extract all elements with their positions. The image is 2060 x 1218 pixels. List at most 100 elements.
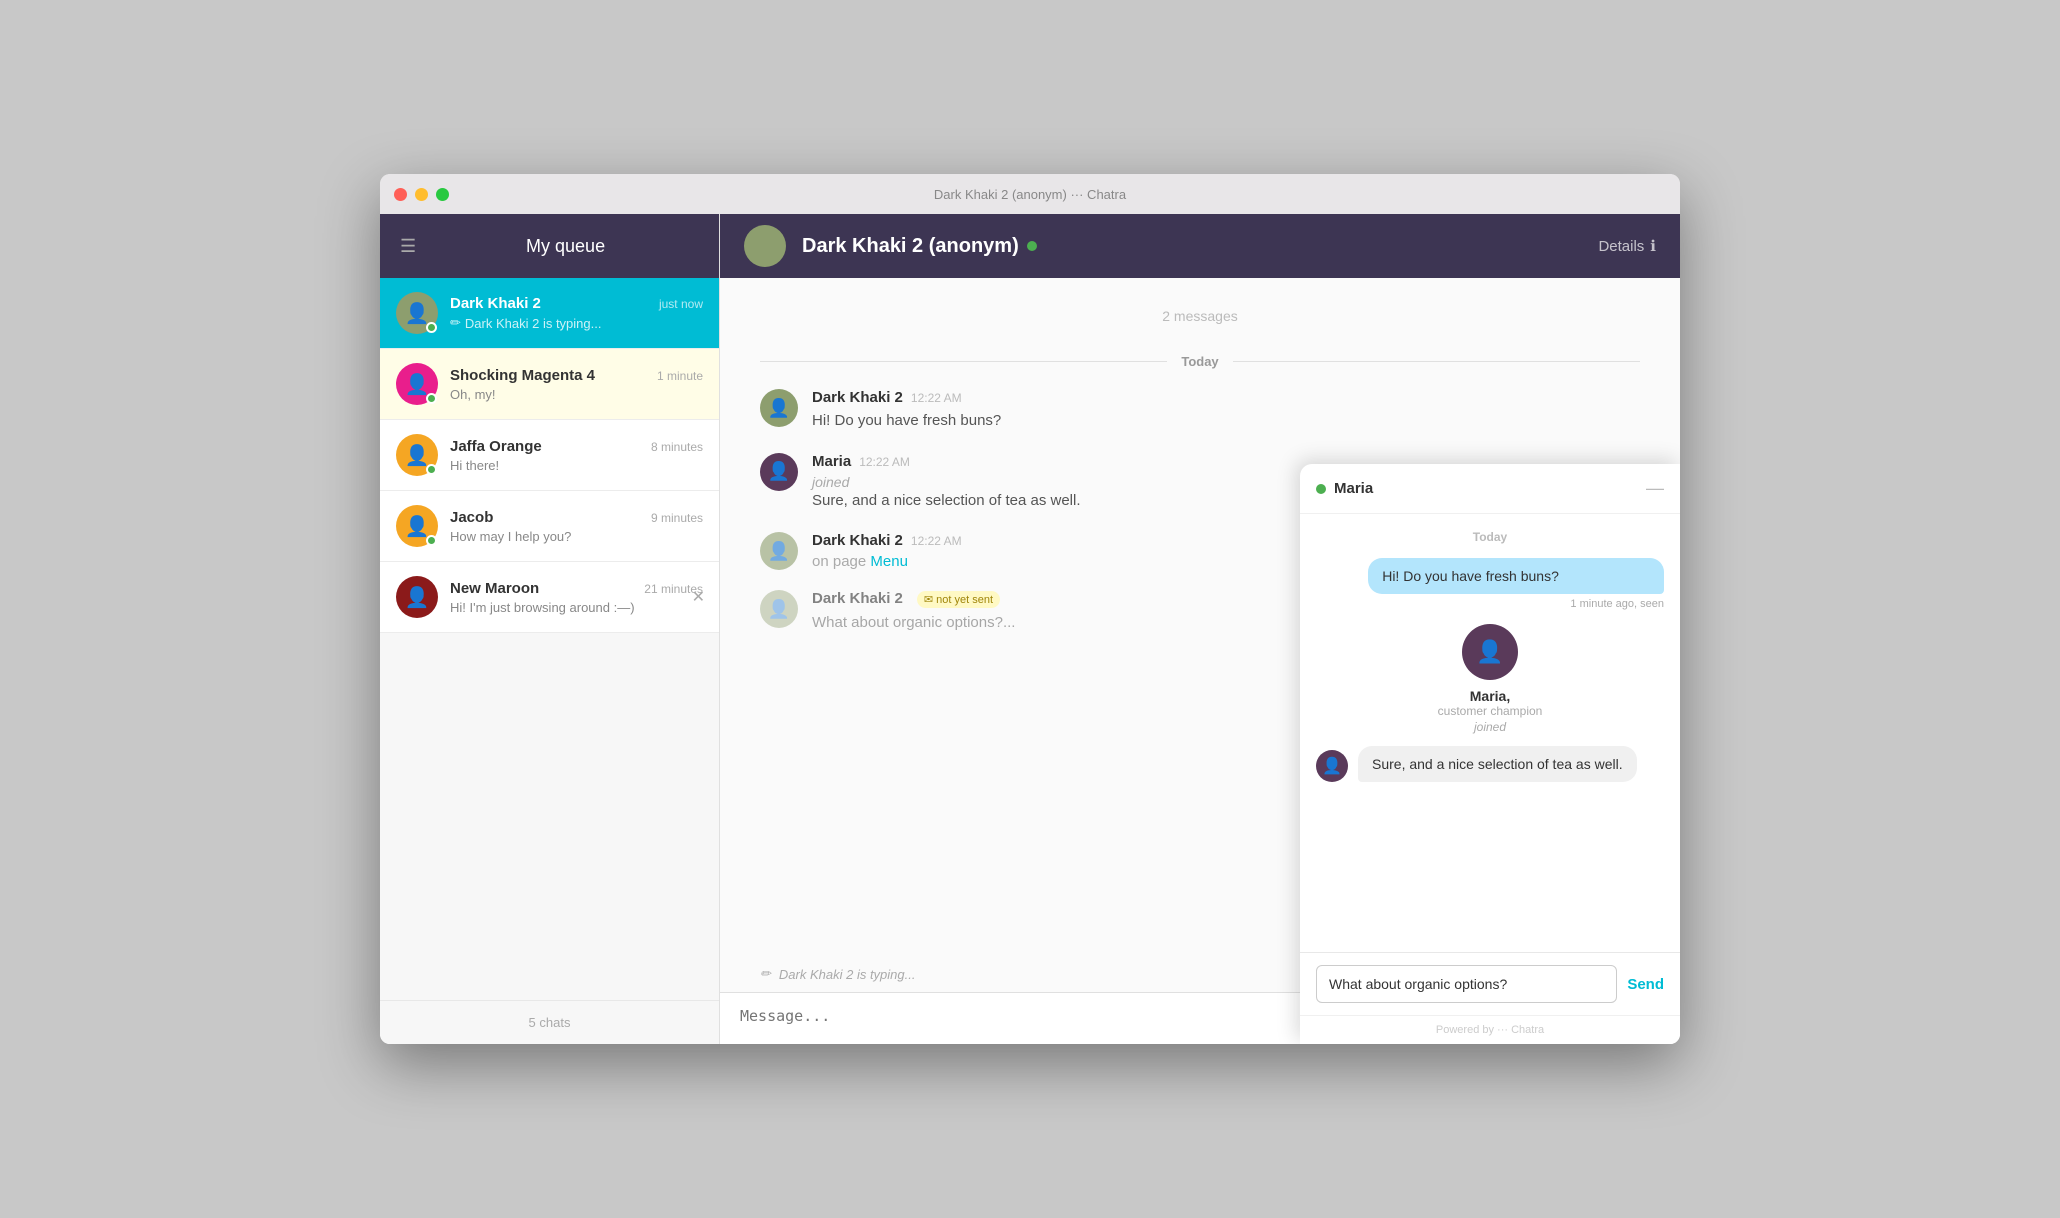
sidebar-header: ☰ My queue [380,214,719,278]
typing-text: Dark Khaki 2 is typing... [465,316,602,331]
window-title: Dark Khaki 2 (anonym) ··· Chatra [934,187,1126,202]
avatar-icon: 👤 [405,585,430,610]
not-sent-badge: ✉ not yet sent [917,591,1000,608]
chat-name: Jacob [450,509,493,526]
message-row-1: 👤 Dark Khaki 2 12:22 AM Hi! Do you have … [760,389,1640,433]
widget-title: Maria [1316,480,1373,497]
chat-name: Shocking Magenta 4 [450,367,595,384]
online-indicator [1027,241,1037,251]
avatar-jaffa-orange: 👤 [396,434,438,476]
window-controls [394,188,449,201]
sidebar-title: My queue [432,236,699,257]
page-link[interactable]: Menu [870,553,908,570]
chat-name-row: New Maroon 21 minutes [450,580,703,597]
main-chat: Dark Khaki 2 (anonym) Details ℹ 2 messag… [720,214,1680,1044]
chat-header-name: Dark Khaki 2 (anonym) [802,235,1598,258]
chat-name-row: Jacob 9 minutes [450,509,703,526]
not-sent-icon: ✉ [924,594,933,606]
widget-title-text: Maria [1334,480,1373,497]
chat-item-dark-khaki-2[interactable]: 👤 Dark Khaki 2 just now ✏ Dark Khaki 2 i… [380,278,719,349]
not-sent-text: not yet sent [936,594,993,606]
widget-agent-joined: joined [1474,720,1506,734]
widget-input[interactable] [1316,965,1617,1003]
msg-avatar-dk3: 👤 [760,590,798,628]
avatar-icon: 👤 [768,599,790,620]
app-window: Dark Khaki 2 (anonym) ··· Chatra ☰ My qu… [380,174,1680,1044]
avatar-icon: 👤 [405,372,430,397]
widget-footer: Powered by ··· Chatra [1300,1015,1680,1044]
chat-item-new-maroon[interactable]: 👤 New Maroon 21 minutes Hi! I'm just bro… [380,562,719,633]
date-divider: Today [760,354,1640,369]
chat-list: 👤 Dark Khaki 2 just now ✏ Dark Khaki 2 i… [380,278,719,1000]
chat-info-jaffa-orange: Jaffa Orange 8 minutes Hi there! [450,438,703,473]
chat-time: 1 minute [657,369,703,383]
status-dot [426,535,437,546]
divider-line-right [1233,361,1640,362]
msg-time: 12:22 AM [911,391,962,405]
widget-send-button[interactable]: Send [1627,976,1664,993]
msg-author: Dark Khaki 2 [812,389,903,406]
chat-item-shocking-magenta[interactable]: 👤 Shocking Magenta 4 1 minute Oh, my! [380,349,719,420]
details-button[interactable]: Details ℹ [1598,237,1656,255]
chat-preview: Oh, my! [450,387,703,402]
widget-messages[interactable]: Today Hi! Do you have fresh buns? 1 minu… [1300,514,1680,952]
chat-name-row: Shocking Magenta 4 1 minute [450,367,703,384]
title-bar: Dark Khaki 2 (anonym) ··· Chatra [380,174,1680,214]
msg-header-1: Dark Khaki 2 12:22 AM [812,389,1640,406]
chat-preview: Hi there! [450,458,703,473]
widget-bubble-in: Sure, and a nice selection of tea as wel… [1358,746,1637,782]
avatar-icon: 👤 [405,301,430,326]
chat-info-shocking-magenta: Shocking Magenta 4 1 minute Oh, my! [450,367,703,402]
avatar-dark-khaki-2: 👤 [396,292,438,334]
msg-text-1: Hi! Do you have fresh buns? [812,410,1640,433]
chat-name-row: Jaffa Orange 8 minutes [450,438,703,455]
msg-time: 12:22 AM [859,455,910,469]
info-icon: ℹ [1650,237,1656,255]
close-button[interactable] [394,188,407,201]
chat-preview: ✏ Dark Khaki 2 is typing... [450,315,703,331]
avatar-icon: 👤 [405,443,430,468]
date-label: Today [1181,354,1218,369]
maximize-button[interactable] [436,188,449,201]
chat-name: New Maroon [450,580,539,597]
chat-time: just now [659,297,703,311]
avatar-icon: 👤 [768,541,790,562]
msg-avatar-maria: 👤 [760,453,798,491]
msg-avatar-dk2: 👤 [760,532,798,570]
chat-item-jacob[interactable]: 👤 Jacob 9 minutes How may I help you? [380,491,719,562]
chat-time: 8 minutes [651,440,703,454]
avatar-new-maroon: 👤 [396,576,438,618]
close-icon[interactable]: ✕ [692,587,705,607]
widget-agent-info: 👤 Maria, customer champion joined [1316,624,1664,734]
widget-header: Maria — [1300,464,1680,514]
chat-info-new-maroon: New Maroon 21 minutes Hi! I'm just brows… [450,580,703,615]
widget-agent-avatar: 👤 [1462,624,1518,680]
avatar-icon: 👤 [768,398,790,419]
widget-incoming-avatar: 👤 [1316,750,1348,782]
page-label: on page [812,553,866,570]
widget-incoming-row: 👤 Sure, and a nice selection of tea as w… [1316,746,1664,782]
header-name-text: Dark Khaki 2 (anonym) [802,235,1019,258]
chat-item-jaffa-orange[interactable]: 👤 Jaffa Orange 8 minutes Hi there! [380,420,719,491]
minimize-button[interactable] [415,188,428,201]
widget-status-dot [1316,484,1326,494]
details-label: Details [1598,238,1644,255]
menu-icon[interactable]: ☰ [400,236,416,257]
pencil-icon: ✏ [450,315,461,331]
chat-time: 9 minutes [651,511,703,525]
typing-text: Dark Khaki 2 is typing... [779,967,916,982]
chat-widget: Maria — Today Hi! Do you have fresh buns… [1300,464,1680,1044]
widget-bubble-time: 1 minute ago, seen [1316,598,1664,610]
status-dot [426,464,437,475]
sidebar-footer: 5 chats [380,1000,719,1044]
messages-count: 2 messages [760,308,1640,324]
status-dot-online [426,322,437,333]
status-dot [426,393,437,404]
widget-close-button[interactable]: — [1646,478,1664,499]
chat-info-jacob: Jacob 9 minutes How may I help you? [450,509,703,544]
widget-agent-role: customer champion [1438,704,1543,718]
widget-agent-name: Maria, [1470,688,1510,704]
pencil-typing-icon: ✏ [760,966,771,982]
msg-author: Maria [812,453,851,470]
avatar-icon: 👤 [405,514,430,539]
